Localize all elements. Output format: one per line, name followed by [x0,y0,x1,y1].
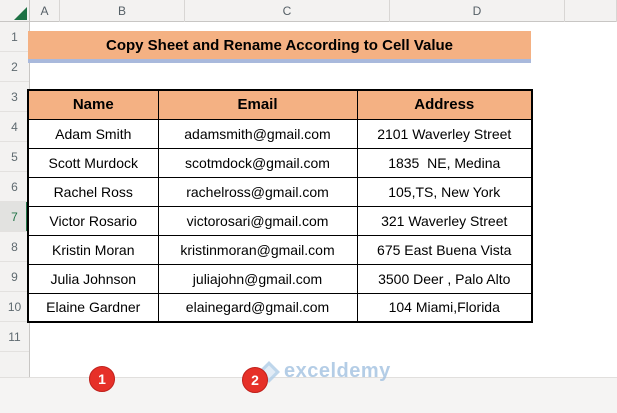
row-header-7[interactable]: 7 [0,202,29,232]
table-row: Kristin Moran kristinmoran@gmail.com 675 E… [27,234,533,265]
table-cell[interactable]: 2101 Waverley Street [356,118,533,149]
table-cell[interactable]: Julia Johnson [27,263,159,294]
select-all-corner[interactable] [0,0,30,22]
table-cell[interactable]: Scott Murdock [27,147,159,178]
column-header-B[interactable]: B [60,0,185,22]
title-underline [28,59,531,63]
annotation-badge-1: 1 [89,366,115,392]
table-row: Rachel Ross rachelross@gmail.com 105,TS, N… [27,176,533,207]
row-header-10[interactable]: 10 [0,292,29,322]
column-header-A[interactable]: A [30,0,60,22]
table-cell[interactable]: Kristin Moran [27,234,159,265]
table-cell[interactable]: rachelross@gmail.com [157,176,358,207]
select-all-triangle-icon [14,7,27,20]
table-cell[interactable]: elainegard@gmail.com [157,292,358,323]
table-cell[interactable]: 3500 Deer , Palo Alto [356,263,533,294]
column-header-D[interactable]: D [390,0,565,22]
row-header-4[interactable]: 4 [0,112,29,142]
table-row: Adam Smith adamsmith@gmail.com 2101 Waverl… [27,118,533,149]
row-header-6[interactable]: 6 [0,172,29,202]
table-cell[interactable]: kristinmoran@gmail.com [157,234,358,265]
table-header-row: Name Email Address [27,89,533,120]
row-header-1[interactable]: 1 [0,22,29,52]
table-cell[interactable]: Victor Rosario [27,205,159,236]
table-cell[interactable]: Rachel Ross [27,176,159,207]
table-cell[interactable]: 105,TS, New York [356,176,533,207]
row-header-11[interactable]: 11 [0,322,29,352]
table-cell[interactable]: juliajohn@gmail.com [157,263,358,294]
row-header-3[interactable]: 3 [0,82,29,112]
excel-window: ABCD 1 2 3 4 5 6 7 8 9 10 11 Copy Sheet and Rename… [0,0,617,413]
table-cell[interactable]: Adam Smith [27,118,159,149]
table-cell[interactable]: Elaine Gardner [27,292,159,323]
table-cell[interactable]: 104 Miami,Florida [356,292,533,323]
annotation-badge-2: 2 [242,367,268,393]
row-header-partial [0,352,29,376]
table-header-email[interactable]: Email [157,89,358,120]
table-cell[interactable]: 675 East Buena Vista [356,234,533,265]
table-cell[interactable]: 321 Waverley Street [356,205,533,236]
row-number-gutter: 1 2 3 4 5 6 7 8 9 10 11 [0,22,30,377]
column-header-blank [565,0,617,22]
table-header-address[interactable]: Address [356,89,533,120]
row-header-8[interactable]: 8 [0,232,29,262]
table-cell[interactable]: victorosari@gmail.com [157,205,358,236]
row-header-9[interactable]: 9 [0,262,29,292]
table-header-name[interactable]: Name [27,89,159,120]
table-cell[interactable]: adamsmith@gmail.com [157,118,358,149]
row-header-5[interactable]: 5 [0,142,29,172]
title-banner-cell[interactable]: Copy Sheet and Rename According to Cell … [28,31,531,59]
column-header-strip: ABCD [0,0,617,22]
table-row: Victor Rosario victorosari@gmail.com 321 W… [27,205,533,236]
table-cell[interactable]: 1835 NE, Medina [356,147,533,178]
column-header-C[interactable]: C [185,0,390,22]
data-table: Name Email Address Adam Smith adamsmith@gma… [27,89,533,323]
table-row: Elaine Gardner elainegard@gmail.com 104 Mi… [27,292,533,323]
row-header-2[interactable]: 2 [0,52,29,82]
table-cell[interactable]: scotmdock@gmail.com [157,147,358,178]
table-row: Julia Johnson juliajohn@gmail.com 3500 Dee… [27,263,533,294]
table-row: Scott Murdock scotmdock@gmail.com 1835 NE,… [27,147,533,178]
